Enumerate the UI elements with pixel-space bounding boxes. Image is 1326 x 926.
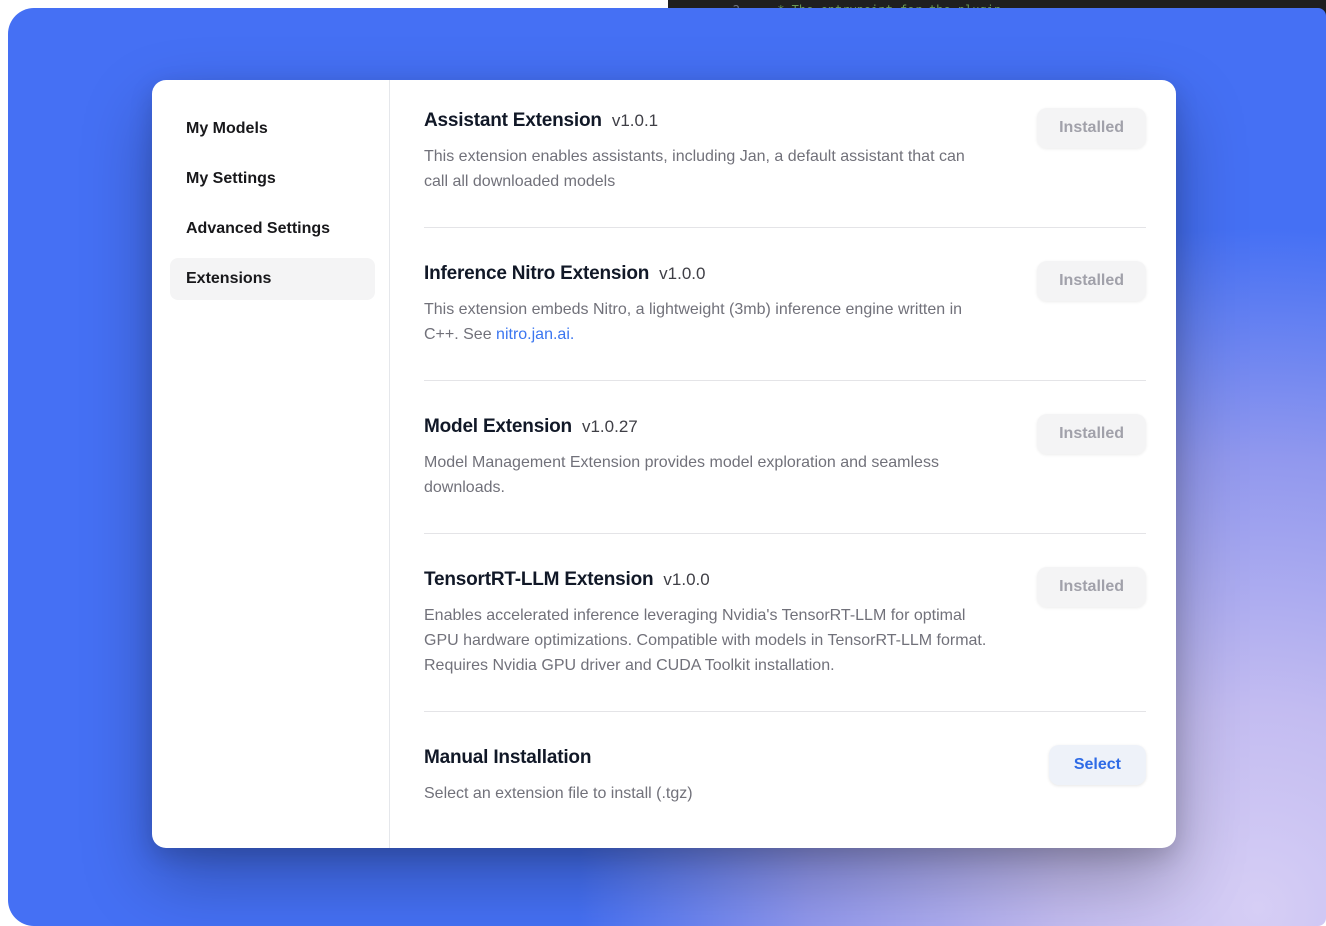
divider [424, 533, 1146, 534]
extension-title-row: TensortRT-LLM Extension v1.0.0 [424, 567, 1001, 593]
extension-name: Inference Nitro Extension [424, 261, 649, 287]
extension-info: Manual Installation Select an extension … [424, 745, 1049, 806]
select-file-button[interactable]: Select [1049, 745, 1146, 785]
manual-installation-description: Select an extension file to install (.tg… [424, 781, 989, 806]
divider [424, 380, 1146, 381]
extension-item-model: Model Extension v1.0.27 Model Management… [424, 414, 1146, 500]
manual-installation-row: Manual Installation Select an extension … [424, 745, 1146, 806]
extension-title-row: Assistant Extension v1.0.1 [424, 108, 1001, 134]
extension-version: v1.0.27 [582, 417, 638, 437]
extension-item-nitro: Inference Nitro Extension v1.0.0 This ex… [424, 261, 1146, 347]
extensions-list: Assistant Extension v1.0.1 This extensio… [390, 80, 1176, 848]
extension-title-row: Model Extension v1.0.27 [424, 414, 1001, 440]
installed-button[interactable]: Installed [1037, 108, 1146, 148]
extension-version: v1.0.1 [612, 111, 658, 131]
divider [424, 711, 1146, 712]
extension-item-assistant: Assistant Extension v1.0.1 This extensio… [424, 108, 1146, 194]
extension-description: Model Management Extension provides mode… [424, 450, 989, 500]
installed-button[interactable]: Installed [1037, 261, 1146, 301]
extension-info: TensortRT-LLM Extension v1.0.0 Enables a… [424, 567, 1037, 678]
extension-name: Model Extension [424, 414, 572, 440]
extension-name: Assistant Extension [424, 108, 602, 134]
extension-description: This extension enables assistants, inclu… [424, 144, 989, 194]
sidebar-item-advanced-settings[interactable]: Advanced Settings [170, 208, 375, 250]
sidebar-item-my-models[interactable]: My Models [170, 108, 375, 150]
extension-info: Inference Nitro Extension v1.0.0 This ex… [424, 261, 1037, 347]
installed-button[interactable]: Installed [1037, 567, 1146, 607]
extension-name: TensortRT-LLM Extension [424, 567, 653, 593]
extension-version: v1.0.0 [663, 570, 709, 590]
divider [424, 227, 1146, 228]
nitro-jan-ai-link[interactable]: nitro.jan.ai. [496, 326, 574, 343]
sidebar-item-my-settings[interactable]: My Settings [170, 158, 375, 200]
extension-title-row: Inference Nitro Extension v1.0.0 [424, 261, 1001, 287]
settings-sidebar: My Models My Settings Advanced Settings … [152, 80, 390, 848]
extension-description: Enables accelerated inference leveraging… [424, 603, 989, 678]
settings-modal: My Models My Settings Advanced Settings … [152, 80, 1176, 848]
extension-version: v1.0.0 [659, 264, 705, 284]
installed-button[interactable]: Installed [1037, 414, 1146, 454]
extension-description: This extension embeds Nitro, a lightweig… [424, 297, 989, 347]
manual-installation-title: Manual Installation [424, 745, 591, 771]
extension-info: Assistant Extension v1.0.1 This extensio… [424, 108, 1037, 194]
extension-info: Model Extension v1.0.27 Model Management… [424, 414, 1037, 500]
extension-item-tensorrt: TensortRT-LLM Extension v1.0.0 Enables a… [424, 567, 1146, 678]
extension-title-row: Manual Installation [424, 745, 1013, 771]
sidebar-item-extensions[interactable]: Extensions [170, 258, 375, 300]
